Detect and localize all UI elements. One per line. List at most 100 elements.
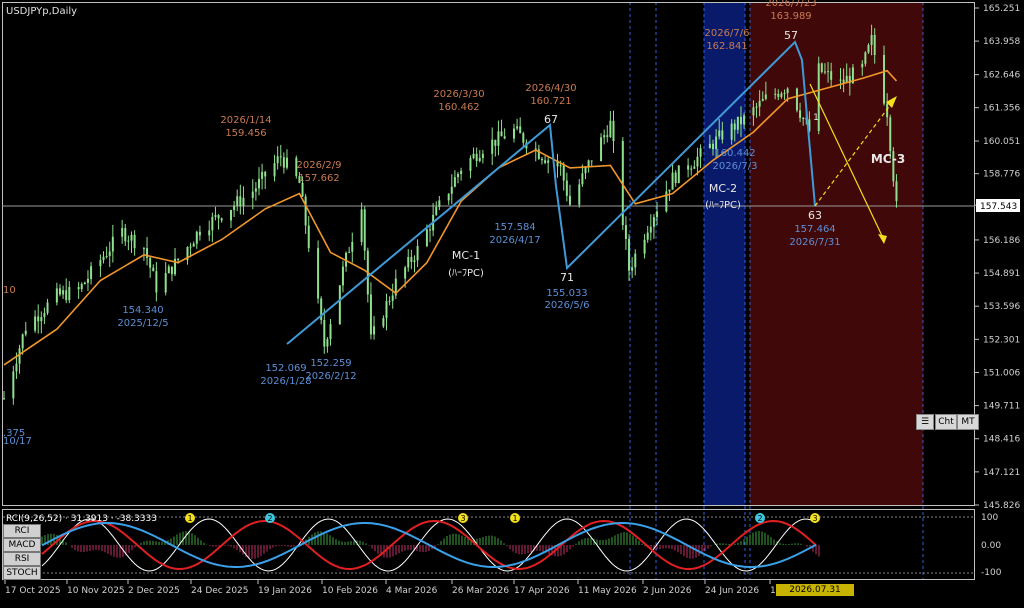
candle-body <box>127 240 130 242</box>
candle-body <box>827 71 830 73</box>
candle-body <box>323 319 326 347</box>
swing-price: 155.033 <box>546 288 587 299</box>
sub-axis-label: 0.00 <box>981 541 1001 551</box>
candle-body <box>842 79 845 83</box>
signal-badge-label: 3 <box>460 514 465 523</box>
left-edge-label: 10 <box>3 285 16 296</box>
candle-body <box>230 210 233 221</box>
time-label: 24 Jun 2026 <box>705 586 759 596</box>
time-label: 26 Mar 2026 <box>452 586 509 596</box>
candle-body <box>460 170 463 174</box>
candle-body <box>338 285 341 325</box>
candle-body <box>516 126 519 129</box>
candle-body <box>164 273 167 293</box>
candle-body <box>802 117 805 119</box>
candle-body <box>671 172 674 190</box>
candle-body <box>447 193 450 201</box>
candle-body <box>562 165 565 181</box>
candle-body <box>360 209 363 242</box>
candle-body <box>369 294 372 335</box>
time-label: 2 Dec 2025 <box>128 586 180 596</box>
forecast-zone <box>750 2 923 505</box>
stoch-button[interactable]: STOCH <box>3 566 41 580</box>
candle-body <box>864 52 867 64</box>
candle-body <box>391 295 394 301</box>
candle-body <box>86 278 89 283</box>
time-label: 17 Apr 2026 <box>514 586 570 596</box>
candle-body <box>568 195 571 205</box>
rci-button[interactable]: RCI <box>3 524 41 538</box>
signal-badge-label: 2 <box>267 514 272 523</box>
candle-body <box>279 156 282 158</box>
candle-body <box>177 258 180 261</box>
price-tick-label: 145.826 <box>983 501 1020 511</box>
candle-body <box>130 234 133 241</box>
swing-date: 2026/1/28 <box>260 376 311 387</box>
candle-body <box>584 167 587 174</box>
candle-body <box>307 225 310 249</box>
candle-body <box>612 120 615 142</box>
candle-body <box>861 63 864 68</box>
candle-body <box>631 267 634 271</box>
price-tick-label: 153.596 <box>983 302 1020 312</box>
candle-body <box>220 218 223 221</box>
time-label: 17 Oct 2025 <box>5 586 61 596</box>
candle-body <box>830 71 833 80</box>
candle-body <box>478 158 481 161</box>
candle-body <box>581 173 584 185</box>
candle-body <box>105 256 108 258</box>
rsi-button[interactable]: RSI <box>3 552 41 566</box>
candle-body <box>167 266 170 274</box>
candle-body <box>124 228 127 242</box>
candle-body <box>46 302 49 313</box>
candle-body <box>102 256 105 261</box>
candle-body <box>257 178 260 189</box>
candle-body <box>503 136 506 139</box>
candle-body <box>435 206 438 215</box>
swing-number: 63 <box>808 209 822 222</box>
candle-body <box>578 184 581 205</box>
candle-body <box>761 98 764 101</box>
candle-body <box>282 157 285 168</box>
candle-body <box>889 117 892 152</box>
candle-body <box>214 215 217 217</box>
swing-price: 154.340 <box>122 305 163 316</box>
candle-body <box>895 181 898 202</box>
candle-body <box>823 71 826 73</box>
signal-badge-label: 2 <box>757 514 762 523</box>
price-tick-label: 151.006 <box>983 368 1020 378</box>
candle-body <box>721 130 724 140</box>
candle-body <box>90 266 93 279</box>
candle-body <box>540 158 543 161</box>
candle-body <box>799 110 802 118</box>
swing-number: 67 <box>544 113 558 126</box>
candle-body <box>363 209 366 251</box>
candle-body <box>198 231 201 236</box>
candle-body <box>475 153 478 161</box>
macd-button[interactable]: MACD <box>3 538 41 552</box>
swing-price: 160.462 <box>438 102 479 113</box>
candle-body <box>736 116 739 130</box>
time-label: 10 Nov 2025 <box>67 586 125 596</box>
candle-body <box>304 196 307 226</box>
candle-body <box>211 216 214 231</box>
list-icon[interactable]: ☰ <box>916 414 934 430</box>
time-label: 2 Jun 2026 <box>643 586 692 596</box>
candle-body <box>410 256 413 262</box>
candle-body <box>236 196 239 206</box>
candle-body <box>15 363 18 372</box>
mc2-label: MC-2 <box>709 182 737 195</box>
candle-body <box>301 182 304 197</box>
price-tick-label: 162.646 <box>983 71 1020 81</box>
price-tick-label: 165.251 <box>983 4 1020 14</box>
time-label: 24 Dec 2025 <box>191 586 249 596</box>
swing-price: 160.721 <box>530 96 571 107</box>
cht-button[interactable]: Cht <box>935 414 957 430</box>
candle-body <box>634 253 637 268</box>
candle-body <box>348 251 351 253</box>
candle-body <box>652 217 655 227</box>
mt-button[interactable]: MT <box>957 414 979 430</box>
candle-body <box>429 229 432 231</box>
candle-body <box>208 230 211 236</box>
chart-canvas[interactable]: USDJPYp,Daily 2026/1/14 159.456 2026/2/9… <box>0 0 1024 600</box>
